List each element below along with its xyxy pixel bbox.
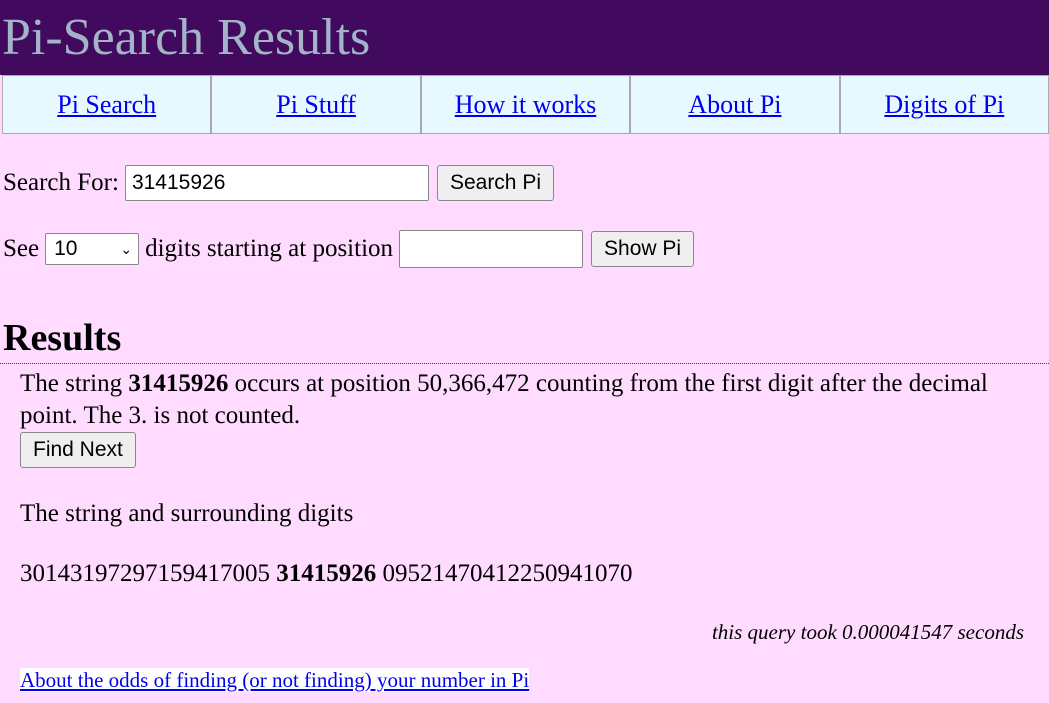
digits-after: 09521470412250941070 (382, 560, 633, 587)
show-pi-button[interactable]: Show Pi (591, 231, 695, 267)
sentence-pre: The string (20, 370, 129, 397)
results-content: The string 31415926 occurs at position 5… (20, 368, 1040, 696)
divider (0, 363, 1049, 364)
find-next-button[interactable]: Find Next (20, 432, 136, 468)
nav-pi-stuff[interactable]: Pi Stuff (212, 76, 422, 133)
surrounding-digits: 30143197297159417005 31415926 0952147041… (20, 558, 1040, 590)
see-label: See (3, 235, 40, 262)
nav-about-pi[interactable]: About Pi (631, 76, 841, 133)
result-sentence: The string 31415926 occurs at position 5… (20, 368, 1040, 432)
nav-bar: Pi Search Pi Stuff How it works About Pi… (2, 75, 1049, 134)
nav-pi-search[interactable]: Pi Search (3, 76, 213, 133)
odds-link[interactable]: About the odds of finding (or not findin… (20, 668, 530, 692)
nav-digits-of-pi[interactable]: Digits of Pi (841, 76, 1048, 133)
position-label: digits starting at position (145, 235, 394, 262)
query-timing: this query took 0.000041547 seconds (711, 620, 1024, 644)
search-input[interactable] (124, 165, 429, 201)
search-label: Search For: (3, 169, 119, 196)
page-header: Pi-Search Results (0, 0, 1049, 75)
page-title: Pi-Search Results (2, 9, 371, 66)
search-pi-button[interactable]: Search Pi (436, 165, 554, 201)
chevron-down-icon: ⌄ (120, 240, 133, 257)
results-heading: Results (3, 317, 122, 359)
digits-before: 30143197297159417005 (20, 560, 270, 587)
surrounding-label: The string and surrounding digits (20, 500, 354, 527)
digits-count-select[interactable]: 10 ⌄ (45, 233, 140, 265)
digits-match: 31415926 (276, 560, 377, 587)
position-input[interactable] (399, 230, 584, 268)
select-value: 10 (54, 237, 78, 260)
nav-how-it-works[interactable]: How it works (422, 76, 632, 133)
query-string: 31415926 (128, 370, 229, 397)
